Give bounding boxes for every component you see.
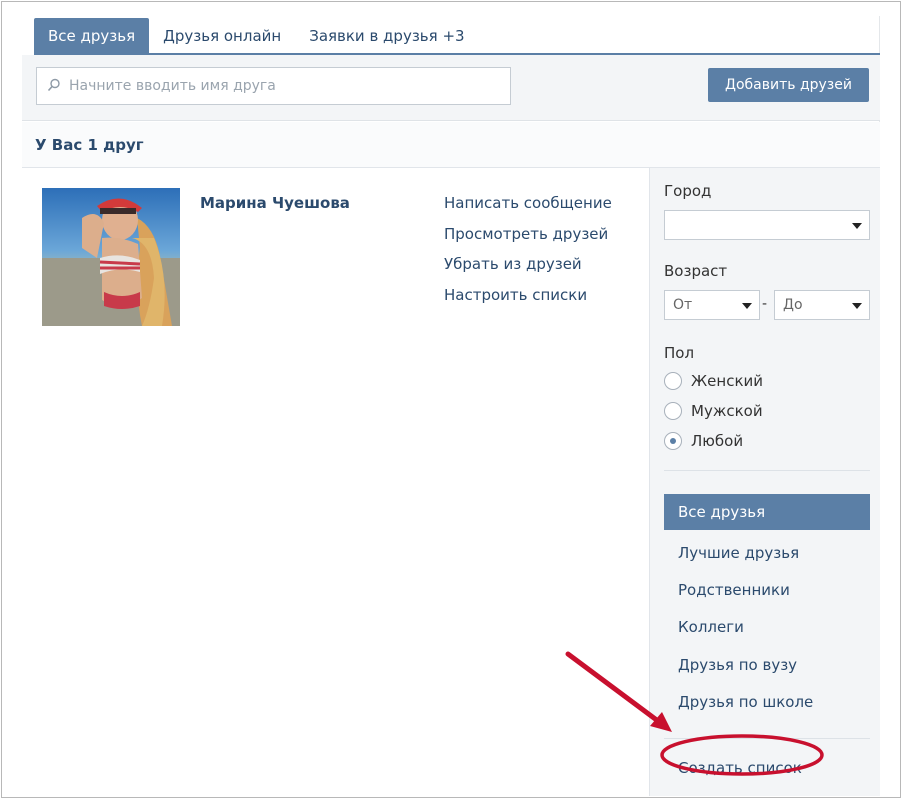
city-select[interactable] xyxy=(664,210,870,240)
gender-option-label: Женский xyxy=(691,372,763,390)
friend-count: У Вас 1 друг xyxy=(35,136,144,154)
friends-page-frame: Все друзья Друзья онлайн Заявки в друзья… xyxy=(1,1,901,798)
radio-button[interactable] xyxy=(664,432,682,450)
configure-lists-link[interactable]: Настроить списки xyxy=(444,286,612,317)
view-friends-link[interactable]: Просмотреть друзей xyxy=(444,225,612,256)
chevron-down-icon xyxy=(852,223,862,229)
friend-actions: Написать сообщение Просмотреть друзей Уб… xyxy=(444,194,612,316)
search-box[interactable] xyxy=(36,67,511,105)
gender-option-male[interactable]: Мужской xyxy=(664,402,763,420)
add-friends-button[interactable]: Добавить друзей xyxy=(708,68,869,102)
friend-name[interactable]: Марина Чуешова xyxy=(200,194,350,212)
filter-sidebar: Город Возраст От - До Пол Женский Мужско… xyxy=(649,168,880,796)
gender-label: Пол xyxy=(664,344,695,362)
gender-option-female[interactable]: Женский xyxy=(664,372,763,390)
age-from-value: От xyxy=(673,297,693,313)
age-dash: - xyxy=(762,296,768,312)
radio-button[interactable] xyxy=(664,372,682,390)
create-list-link[interactable]: Создать список xyxy=(678,759,802,777)
gender-option-label: Мужской xyxy=(691,402,763,420)
city-label: Город xyxy=(664,182,712,200)
list-best-friends[interactable]: Лучшие друзья xyxy=(678,544,799,562)
age-to-value: До xyxy=(783,297,803,313)
radio-button[interactable] xyxy=(664,402,682,420)
gender-option-any[interactable]: Любой xyxy=(664,432,743,450)
friends-tabs: Все друзья Друзья онлайн Заявки в друзья… xyxy=(34,18,479,54)
search-input[interactable] xyxy=(63,78,510,94)
list-university-friends[interactable]: Друзья по вузу xyxy=(678,656,797,674)
chevron-down-icon xyxy=(742,303,752,309)
age-label: Возраст xyxy=(664,262,728,280)
write-message-link[interactable]: Написать сообщение xyxy=(444,194,612,225)
tab-friend-requests[interactable]: Заявки в друзья +3 xyxy=(295,18,478,54)
search-icon xyxy=(47,78,63,94)
gender-option-label: Любой xyxy=(691,432,744,450)
sidebar-divider xyxy=(664,470,870,471)
friends-content: Все друзья Друзья онлайн Заявки в друзья… xyxy=(22,16,880,796)
tab-friends-online[interactable]: Друзья онлайн xyxy=(149,18,295,54)
friend-avatar[interactable] xyxy=(42,188,180,326)
chevron-down-icon xyxy=(852,303,862,309)
list-school-friends[interactable]: Друзья по школе xyxy=(678,693,813,711)
list-relatives[interactable]: Родственники xyxy=(678,581,790,599)
search-row: Добавить друзей xyxy=(22,55,880,121)
tab-all-friends[interactable]: Все друзья xyxy=(34,18,150,54)
age-from-select[interactable]: От xyxy=(664,290,760,320)
list-all-friends[interactable]: Все друзья xyxy=(664,494,870,530)
age-to-select[interactable]: До xyxy=(774,290,870,320)
list-colleagues[interactable]: Коллеги xyxy=(678,618,744,636)
remove-friend-link[interactable]: Убрать из друзей xyxy=(444,255,612,286)
sidebar-divider xyxy=(664,738,870,739)
friend-count-row: У Вас 1 друг xyxy=(22,122,880,168)
